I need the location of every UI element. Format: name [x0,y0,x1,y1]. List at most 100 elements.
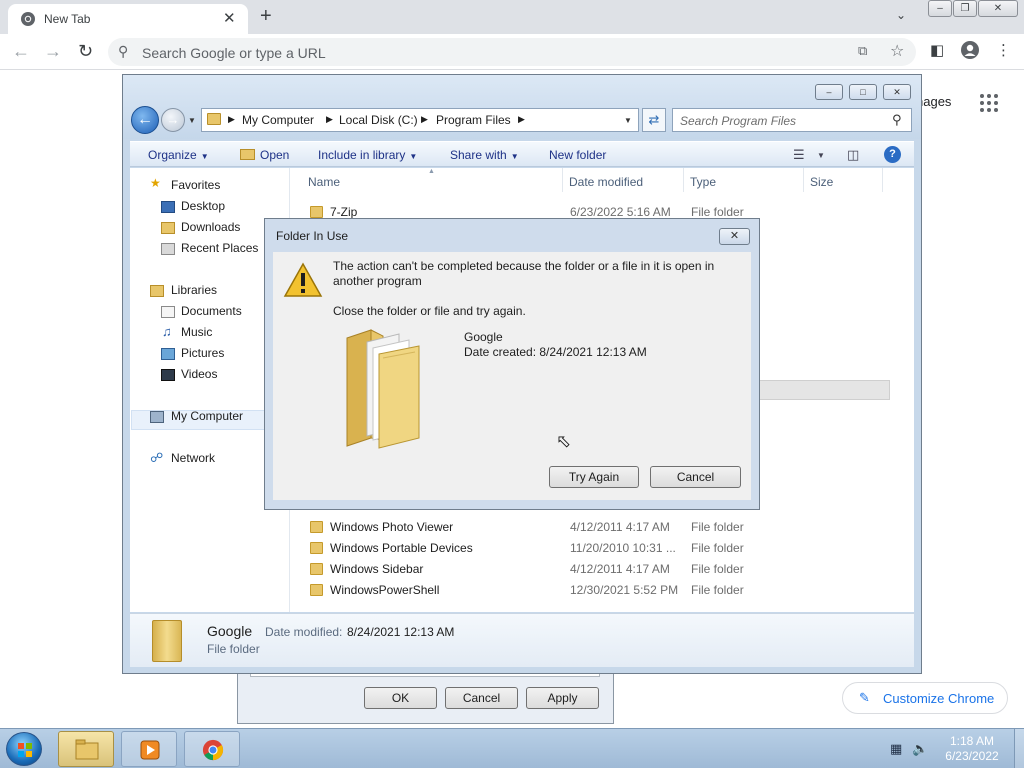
forward-arrow-icon[interactable]: → [44,41,62,62]
cancel-button[interactable]: Cancel [445,687,518,709]
share-icon[interactable]: ⧉ [858,43,867,59]
profile-avatar-icon[interactable] [961,41,979,63]
nav-item-music[interactable]: Music [181,325,212,339]
customize-chrome-button[interactable]: ✎ Customize Chrome [842,682,1008,714]
network-tray-icon[interactable]: ▦ [890,741,902,757]
share-with-label: Share with [450,148,507,162]
search-icon[interactable]: ⚲ [892,112,902,128]
view-options-icon[interactable]: ☰ [793,147,805,163]
column-divider[interactable] [683,168,684,192]
star-icon: ★ [150,176,161,190]
taskbar-explorer[interactable] [58,731,114,767]
tab-new-tab[interactable]: New Tab ✕ [8,4,248,34]
history-dropdown-icon[interactable]: ▼ [188,116,196,125]
nav-item-recent-places[interactable]: Recent Places [181,241,258,255]
row-name: WindowsPowerShell [330,583,440,597]
refresh-icon[interactable]: ⇄ [642,108,666,132]
breadcrumb-local-disk[interactable]: Local Disk (C:) [339,113,418,127]
breadcrumb-arrow-icon[interactable]: ▶ [518,114,525,125]
new-tab-button[interactable]: + [260,5,272,28]
nav-item-libraries[interactable]: Libraries [171,283,217,297]
omnibox-placeholder[interactable]: Search Google or type a URL [142,45,326,61]
share-with-button[interactable]: Share with ▼ [450,148,519,162]
explorer-folder-icon [75,739,99,760]
open-button[interactable]: Open [260,148,289,162]
side-panel-icon[interactable]: ◧ [930,41,944,59]
table-row[interactable]: WindowsPowerShell 12/30/2021 5:52 PM Fil… [300,580,900,601]
breadcrumb-my-computer[interactable]: My Computer [242,113,314,127]
taskbar-media-player[interactable] [121,731,177,767]
breadcrumb-arrow-icon[interactable]: ▶ [421,114,428,125]
reload-icon[interactable]: ↻ [78,41,93,62]
table-row[interactable]: Windows Sidebar 4/12/2011 4:17 AM File f… [300,559,900,580]
column-header-date-modified[interactable]: Date modified [569,168,643,192]
omnibox[interactable]: ⚲ Search Google or type a URL ⧉ ☆ [108,38,916,66]
minimize-button[interactable]: – [928,0,952,17]
media-player-icon [140,740,160,760]
nav-item-pictures[interactable]: Pictures [181,346,224,360]
explorer-maximize-button[interactable]: □ [849,84,877,100]
documents-icon [161,306,175,318]
preview-pane-icon[interactable]: ◫ [847,147,859,163]
google-apps-icon[interactable] [980,94,998,112]
address-bar[interactable]: ▶ My Computer ▶ Local Disk (C:) ▶ Progra… [201,108,639,132]
restore-button[interactable]: ❐ [953,0,977,17]
avatar [961,41,979,59]
row-type: File folder [691,205,744,219]
start-button[interactable] [6,732,42,766]
nav-item-desktop[interactable]: Desktop [181,199,225,213]
nav-item-favorites[interactable]: Favorites [171,178,220,192]
videos-icon [161,369,175,381]
search-input[interactable]: Search Program Files ⚲ [672,108,912,132]
breadcrumb-program-files[interactable]: Program Files [436,113,511,127]
table-row[interactable]: Windows Photo Viewer 4/12/2011 4:17 AM F… [300,517,900,538]
nav-item-network[interactable]: Network [171,451,215,465]
taskbar-chrome[interactable] [184,731,240,767]
row-date: 11/20/2010 10:31 ... [570,541,676,555]
back-arrow-icon[interactable]: ← [12,41,30,62]
explorer-close-button[interactable]: ✕ [883,84,911,100]
ok-button[interactable]: OK [364,687,437,709]
new-folder-button[interactable]: New folder [549,148,606,162]
nav-item-documents[interactable]: Documents [181,304,242,318]
dialog-message: The action can't be completed because th… [333,259,715,288]
dialog-close-button[interactable]: ✕ [719,228,750,245]
chevron-down-icon[interactable]: ⌄ [896,8,906,22]
column-header-type[interactable]: Type [690,168,716,192]
chevron-down-icon[interactable]: ▼ [817,151,825,160]
nav-item-my-computer[interactable]: My Computer [171,409,243,423]
apply-button[interactable]: Apply [526,687,599,709]
column-divider[interactable] [562,168,563,192]
dialog-cancel-button[interactable]: Cancel [650,466,741,488]
clock-date: 6/23/2022 [945,749,999,763]
back-arrow-icon[interactable]: ← [131,106,159,134]
more-menu-icon[interactable]: ⋮ [996,41,1011,59]
explorer-minimize-button[interactable]: – [815,84,843,100]
organize-button[interactable]: Organize ▼ [148,148,209,162]
column-header-size[interactable]: Size [810,168,833,192]
column-divider[interactable] [882,168,883,192]
nav-item-downloads[interactable]: Downloads [181,220,240,234]
tab-close-icon[interactable]: ✕ [223,9,236,27]
include-in-library-button[interactable]: Include in library ▼ [318,148,417,162]
bookmark-star-icon[interactable]: ☆ [890,41,904,61]
clock[interactable]: 1:18 AM 6/23/2022 [930,734,1014,764]
breadcrumb-arrow-icon[interactable]: ▶ [326,114,333,125]
column-header-name[interactable]: Name [308,168,340,192]
table-row[interactable]: Windows Portable Devices 11/20/2010 10:3… [300,538,900,559]
help-icon[interactable]: ? [884,146,901,163]
forward-arrow-icon[interactable]: → [161,108,185,132]
details-date-label: Date modified: [265,625,343,639]
volume-icon[interactable]: 🔈 [912,741,928,757]
address-dropdown-icon[interactable]: ▼ [624,116,632,125]
folder-icon [152,620,182,662]
search-icon: ⚲ [118,43,129,59]
show-desktop-button[interactable] [1014,729,1024,768]
nav-item-videos[interactable]: Videos [181,367,217,381]
close-window-button[interactable]: ✕ [978,0,1018,17]
try-again-button[interactable]: Try Again [549,466,639,488]
column-divider[interactable] [803,168,804,192]
breadcrumb-arrow-icon[interactable]: ▶ [228,114,235,125]
search-placeholder: Search Program Files [680,114,797,128]
warning-icon [283,262,323,297]
